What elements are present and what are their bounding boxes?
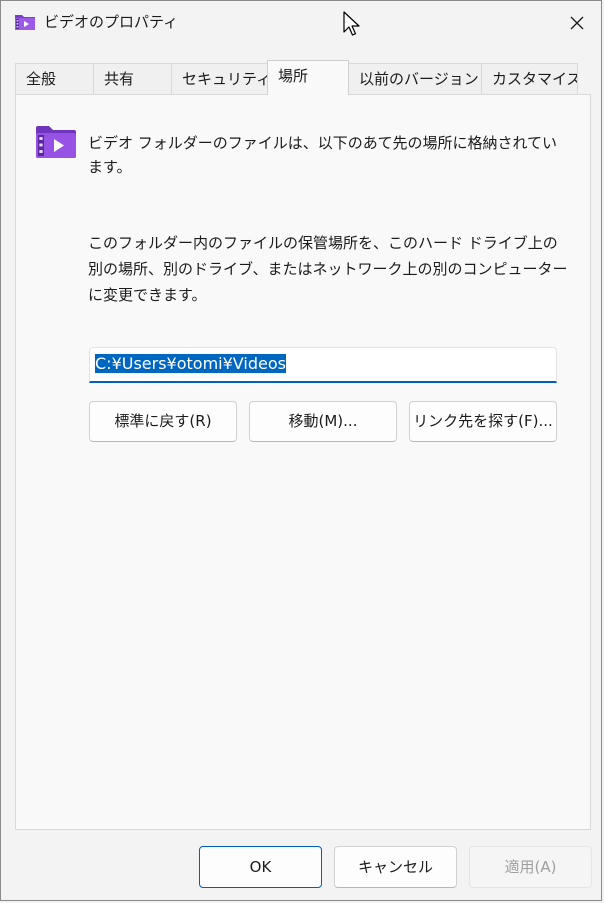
properties-dialog: ビデオのプロパティ 全般 共有 セキュリティ 場所 以前のバージョン カスタマイ… (0, 0, 602, 901)
apply-button[interactable]: 適用(A) (469, 846, 592, 888)
tab-customize[interactable]: カスタマイズ (481, 63, 578, 94)
title-bar[interactable]: ビデオのプロパティ (1, 1, 601, 45)
restore-default-button[interactable]: 標準に戻す(R) (89, 401, 237, 442)
tab-sharing[interactable]: 共有 (93, 63, 172, 94)
close-icon (570, 16, 584, 30)
change-location-description: このフォルダー内のファイルの保管場所を、このハード ドライブ上の別の場所、別のド… (88, 234, 568, 304)
video-folder-icon (36, 126, 76, 158)
mouse-cursor-icon (343, 11, 360, 36)
tab-previous-versions[interactable]: 以前のバージョン (348, 63, 482, 94)
tab-bar: 全般 共有 セキュリティ 場所 以前のバージョン カスタマイズ (15, 60, 591, 95)
move-button[interactable]: 移動(M)... (249, 401, 397, 442)
folder-path-value: C:¥Users¥otomi¥Videos (95, 354, 286, 373)
close-button[interactable] (553, 1, 601, 45)
folder-path-input[interactable]: C:¥Users¥otomi¥Videos (89, 347, 557, 383)
tab-general[interactable]: 全般 (15, 63, 94, 94)
location-description: ビデオ フォルダーのファイルは、以下のあて先の場所に格納されています。 (88, 134, 558, 176)
ok-button[interactable]: OK (199, 846, 322, 888)
window-title: ビデオのプロパティ (44, 13, 179, 31)
find-target-button[interactable]: リンク先を探す(F)... (409, 401, 557, 442)
tab-security[interactable]: セキュリティ (171, 63, 268, 94)
location-panel: ビデオ フォルダーのファイルは、以下のあて先の場所に格納されています。 このフォ… (15, 94, 591, 830)
tab-location[interactable]: 場所 (267, 60, 349, 95)
video-folder-icon (15, 15, 35, 30)
cancel-button[interactable]: キャンセル (334, 846, 457, 888)
